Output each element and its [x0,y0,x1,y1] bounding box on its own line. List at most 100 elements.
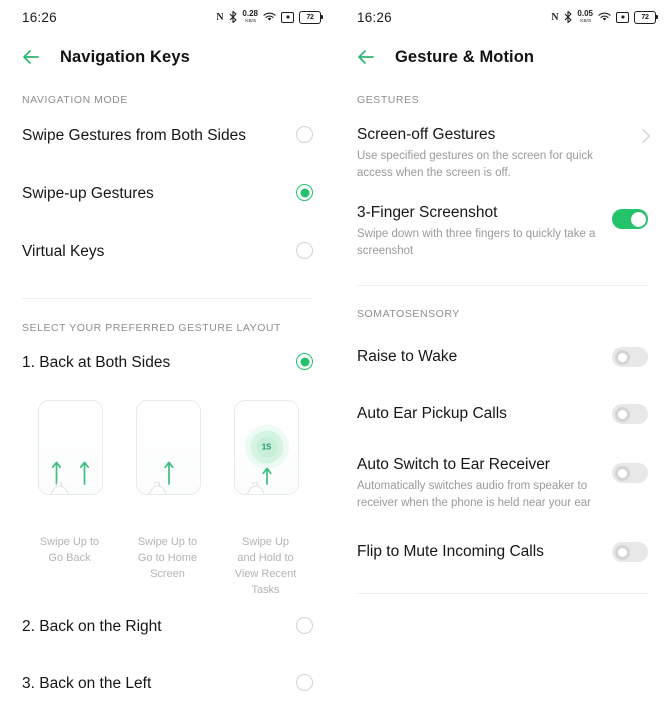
option-label: Swipe Gestures from Both Sides [22,127,246,144]
toggle-auto-ear-pickup-calls[interactable] [612,404,648,425]
nfc-icon: N [216,10,225,23]
wifi-icon [263,12,276,22]
page-header-right: Gesture & Motion [335,34,670,80]
page-title: Navigation Keys [60,47,190,66]
row-label: Screen-off Gestures [357,126,496,143]
wifi-icon [598,12,611,22]
option-row-back-on-the-left[interactable]: 3. Back on the Left [0,673,335,704]
row-description: Automatically switches audio from speake… [357,480,591,509]
row-text-block: Auto Switch to Ear Receiver Automaticall… [357,455,612,511]
option-row-swipe-up-gestures[interactable]: Swipe-up Gestures [0,184,335,214]
hold-duration-label: 1S [261,442,272,452]
status-bar-left: 16:26 N 0.28 KB/S 72 [0,0,335,34]
radio-swipe-gestures-both-sides[interactable] [296,126,313,143]
option-row-back-on-the-right[interactable]: 2. Back on the Right [0,616,335,647]
section-label-navigation-mode: NAVIGATION MODE [22,94,128,106]
radio-swipe-up-gestures[interactable] [296,184,313,201]
network-speed-indicator: 0.05 KB/S [577,10,593,24]
bluetooth-icon [229,11,237,23]
row-label: 3-Finger Screenshot [357,204,498,222]
toggle-knob [614,406,630,422]
battery-icon: 72 [299,10,323,24]
network-speed-value: 0.28 [242,9,258,19]
gesture-layout-illustrations: Swipe Up to Go Back Swipe Up to Go to Ho… [0,400,335,599]
status-bar-right: 16:26 N 0.05 KB/S 72 [335,0,670,34]
row-description: Swipe down with three fingers to quickly… [357,228,596,257]
phone-illustration-back [38,400,103,495]
radio-virtual-keys[interactable] [296,242,313,259]
toggle-knob [630,211,646,227]
bluetooth-icon [564,11,572,23]
row-description: Use specified gestures on the screen for… [357,150,593,179]
row-raise-to-wake[interactable]: Raise to Wake [335,342,670,372]
gesture-motion-screen: 16:26 N 0.05 KB/S 72 Gesture & Motion GE… [335,0,670,725]
phone-illustration-home [136,400,201,495]
row-text-block: 3-Finger Screenshot Swipe down with thre… [357,203,612,259]
row-auto-switch-to-ear-receiver[interactable]: Auto Switch to Ear Receiver Automaticall… [335,455,670,511]
chevron-right-icon[interactable] [635,128,651,144]
battery-icon: 72 [634,10,658,24]
section-label-somatosensory: SOMATOSENSORY [357,308,460,321]
toggle-flip-to-mute-incoming-calls[interactable] [612,542,648,563]
divider [357,593,648,595]
phone-illustration-recents: 1S [234,400,299,495]
gesture-card-caption: Swipe Up to Go Back [39,536,100,564]
battery-level: 72 [306,13,314,21]
dual-screenshot-container: 16:26 N 0.28 KB/S 72 Navigation Keys NAV… [0,0,670,725]
network-speed-unit: KB/S [244,17,256,24]
option-label: 2. Back on the Right [22,617,162,635]
gesture-card-caption: Swipe Up to Go to Home Screen [137,536,198,580]
option-row-swipe-gestures-both-sides[interactable]: Swipe Gestures from Both Sides [0,126,335,156]
option-label: Swipe-up Gestures [22,185,154,202]
toggle-auto-switch-to-ear-receiver[interactable] [612,463,648,484]
option-row-virtual-keys[interactable]: Virtual Keys [0,242,335,272]
option-label: 1. Back at Both Sides [22,354,171,371]
row-flip-to-mute-incoming-calls[interactable]: Flip to Mute Incoming Calls [335,537,670,567]
screen-recorder-icon [281,11,294,23]
status-icon-group: N 0.28 KB/S 72 [216,10,323,24]
row-label: Auto Switch to Ear Receiver [357,456,550,474]
toggle-raise-to-wake[interactable] [612,347,648,368]
radio-back-on-the-left[interactable] [296,673,313,691]
divider [357,285,648,287]
row-label: Flip to Mute Incoming Calls [357,543,544,561]
nfc-icon: N [551,10,560,23]
row-label: Auto Ear Pickup Calls [357,405,507,423]
radio-back-on-the-right[interactable] [296,616,313,634]
network-speed-unit: KB/S [579,17,591,24]
gesture-card-back: Swipe Up to Go Back [38,400,103,599]
row-text-block: Screen-off Gestures Use specified gestur… [357,125,614,181]
gesture-card-home: Swipe Up to Go to Home Screen [136,400,201,599]
row-auto-ear-pickup-calls[interactable]: Auto Ear Pickup Calls [335,399,670,429]
navigation-keys-screen: 16:26 N 0.28 KB/S 72 Navigation Keys NAV… [0,0,335,725]
status-icon-group: N 0.05 KB/S 72 [551,10,658,24]
hand-gesture-icon [239,481,291,494]
status-time: 16:26 [22,9,57,25]
toggle-knob [614,349,630,365]
radio-back-at-both-sides[interactable] [296,353,313,370]
divider [22,298,313,299]
option-label: 3. Back on the Left [22,674,152,692]
network-speed-value: 0.05 [577,9,593,19]
row-3-finger-screenshot[interactable]: 3-Finger Screenshot Swipe down with thre… [335,203,670,259]
status-time: 16:26 [357,9,392,25]
toggle-knob [614,544,630,560]
page-title: Gesture & Motion [395,47,535,66]
option-label: Virtual Keys [22,243,105,260]
back-arrow-icon[interactable] [355,46,377,68]
gesture-card-caption: Swipe Up and Hold to View Recent Tasks [234,536,297,596]
toggle-3-finger-screenshot[interactable] [612,209,648,230]
row-label: Raise to Wake [357,348,458,366]
section-label-gestures: GESTURES [357,94,420,106]
page-header-left: Navigation Keys [0,34,335,80]
gesture-card-recents: 1S Swipe Up and Hold to View Recent Task… [234,400,299,599]
option-row-back-at-both-sides[interactable]: 1. Back at Both Sides [0,353,335,383]
row-screen-off-gestures[interactable]: Screen-off Gestures Use specified gestur… [335,125,670,181]
network-speed-indicator: 0.28 KB/S [242,10,258,24]
hand-gesture-icon [141,481,193,494]
section-label-gesture-layout: SELECT YOUR PREFERRED GESTURE LAYOUT [22,322,282,334]
hand-gesture-icon [43,481,95,494]
toggle-knob [614,465,630,481]
battery-level: 72 [641,13,649,21]
back-arrow-icon[interactable] [20,46,42,68]
